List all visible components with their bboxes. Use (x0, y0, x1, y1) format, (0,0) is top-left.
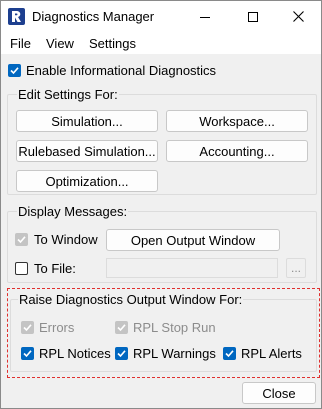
rpl-alerts-checkbox[interactable] (223, 347, 236, 360)
rpl-warnings-checkbox[interactable] (115, 347, 128, 360)
raise-window-title: Raise Diagnostics Output Window For: (18, 292, 244, 307)
maximize-button[interactable] (230, 1, 276, 32)
optimization-button[interactable]: Optimization... (16, 170, 158, 192)
minimize-icon (200, 16, 210, 18)
rulebased-simulation-button[interactable]: Rulebased Simulation... (16, 140, 158, 162)
checkmark-icon (225, 350, 234, 358)
menu-bar: File View Settings (1, 32, 321, 54)
checkmark-icon (17, 236, 26, 244)
title-bar: Diagnostics Manager (1, 1, 321, 32)
close-icon (292, 11, 304, 22)
window-title: Diagnostics Manager (32, 9, 155, 24)
app-logo-icon (8, 8, 25, 25)
browse-file-button[interactable]: ... (286, 258, 306, 278)
maximize-icon (248, 11, 258, 22)
to-window-label: To Window (34, 232, 98, 247)
menu-file[interactable]: File (10, 36, 31, 51)
minimize-button[interactable] (182, 1, 228, 32)
enable-informational-checkbox[interactable] (8, 64, 21, 77)
checkmark-icon (117, 350, 126, 358)
file-path-field[interactable] (106, 258, 278, 278)
rpl-stop-run-checkbox[interactable] (115, 321, 128, 334)
errors-label: Errors (39, 320, 75, 335)
menu-view[interactable]: View (46, 36, 74, 51)
open-output-window-button[interactable]: Open Output Window (106, 229, 280, 251)
rpl-warnings-label: RPL Warnings (133, 346, 216, 361)
workspace-button[interactable]: Workspace... (166, 110, 308, 132)
accounting-button[interactable]: Accounting... (166, 140, 308, 162)
errors-checkbox[interactable] (21, 321, 34, 334)
rpl-alerts-label: RPL Alerts (241, 346, 302, 361)
simulation-button[interactable]: Simulation... (16, 110, 158, 132)
close-button[interactable]: Close (242, 382, 316, 404)
to-file-checkbox[interactable] (15, 262, 28, 275)
display-messages-title: Display Messages: (17, 204, 129, 219)
raise-window-group (10, 299, 317, 372)
close-window-button[interactable] (275, 1, 321, 32)
checkmark-icon (10, 67, 19, 75)
to-file-label: To File: (34, 261, 76, 276)
enable-informational-label: Enable Informational Diagnostics (26, 63, 217, 78)
rpl-stop-run-label: RPL Stop Run (133, 320, 216, 335)
checkmark-icon (23, 324, 32, 332)
checkmark-icon (117, 324, 126, 332)
edit-settings-title: Edit Settings For: (17, 87, 119, 102)
diagnostics-manager-window: Diagnostics Manager File View Settings E… (0, 0, 322, 409)
rpl-notices-label: RPL Notices (39, 346, 111, 361)
menu-settings[interactable]: Settings (89, 36, 136, 51)
rpl-notices-checkbox[interactable] (21, 347, 34, 360)
to-window-checkbox[interactable] (15, 233, 28, 246)
checkmark-icon (23, 350, 32, 358)
